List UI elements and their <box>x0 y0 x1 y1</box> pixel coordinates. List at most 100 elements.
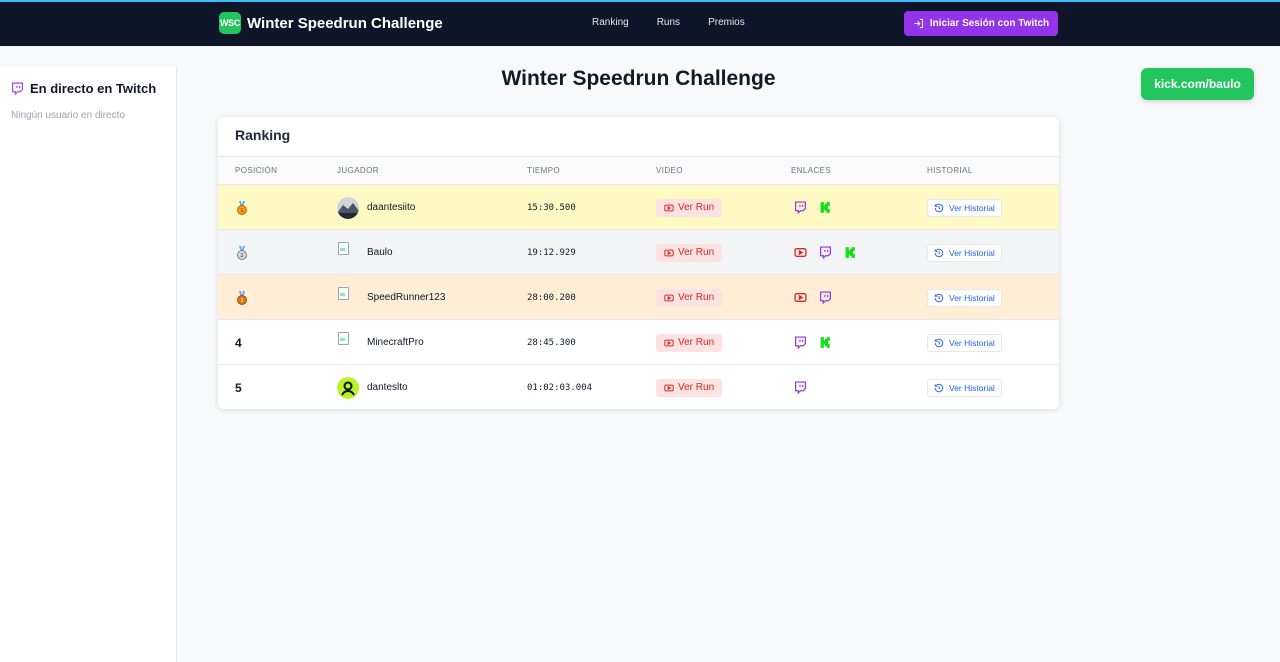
ver-run-label: Ver Run <box>678 292 715 303</box>
player-avatar[interactable] <box>337 376 359 399</box>
history-cell: Ver Historial <box>927 320 1002 365</box>
player-avatar[interactable] <box>337 331 359 354</box>
player-name[interactable]: SpeedRunner123 <box>367 292 445 303</box>
nav-link-ranking[interactable]: Ranking <box>592 17 629 28</box>
youtube-icon[interactable] <box>794 291 807 304</box>
ver-run-button[interactable]: Ver Run <box>656 243 723 262</box>
ver-historial-label: Ver Historial <box>949 202 995 213</box>
history-cell: Ver Historial <box>927 275 1002 320</box>
links-cell <box>794 275 832 320</box>
ver-historial-button[interactable]: Ver Historial <box>927 288 1002 307</box>
kick-icon[interactable] <box>819 336 832 349</box>
player-cell: SpeedRunner123 <box>337 275 445 320</box>
player-name[interactable]: MinecraftPro <box>367 337 424 348</box>
ver-historial-button[interactable]: Ver Historial <box>927 378 1002 397</box>
run-time: 28:00.200 <box>527 292 576 303</box>
position-cell: 5 <box>235 365 242 409</box>
history-icon <box>934 338 944 347</box>
svg-text:3: 3 <box>240 298 243 304</box>
login-icon <box>914 18 923 29</box>
ranking-title: Ranking <box>235 127 291 143</box>
position-number: 5 <box>235 380 242 395</box>
position-number: 4 <box>235 335 242 350</box>
svg-text:2: 2 <box>240 253 243 259</box>
player-cell: MinecraftPro <box>337 320 424 365</box>
kick-icon[interactable] <box>819 201 832 214</box>
kick-channel-button[interactable]: kick.com/baulo <box>1141 68 1254 100</box>
position-cell: 1 <box>236 185 248 230</box>
silver-medal-icon: 2 <box>237 245 247 260</box>
gold-medal-icon: 1 <box>237 200 247 215</box>
history-icon <box>934 248 944 257</box>
col-header-time: TIEMPO <box>527 166 561 175</box>
player-avatar[interactable] <box>337 196 359 219</box>
ver-historial-button[interactable]: Ver Historial <box>927 243 1002 262</box>
ver-run-button[interactable]: Ver Run <box>656 333 723 352</box>
col-header-links: ENLACES <box>791 166 832 175</box>
player-name[interactable]: danteslto <box>367 382 408 393</box>
run-time: 01:02:03.004 <box>527 382 593 393</box>
ver-historial-label: Ver Historial <box>949 382 995 393</box>
links-cell <box>794 185 832 230</box>
time-cell: 28:00.200 <box>527 275 576 320</box>
table-row: 1 daantesiito 15:30.500 Ver Run Ver Hist… <box>218 185 1059 230</box>
video-cell: Ver Run <box>656 365 723 409</box>
brand[interactable]: WSC Winter Speedrun Challenge <box>219 12 443 34</box>
ver-run-label: Ver Run <box>678 202 715 213</box>
player-cell: daantesiito <box>337 185 415 230</box>
table-row: 4 MinecraftPro 28:45.300 Ver Run Ver His… <box>218 320 1059 365</box>
table-header: POSICIÓN JUGADOR TIEMPO VIDEO ENLACES HI… <box>218 156 1059 185</box>
page-title: Winter Speedrun Challenge <box>501 67 776 90</box>
history-icon <box>934 203 944 212</box>
ver-run-label: Ver Run <box>678 382 715 393</box>
youtube-icon <box>664 384 674 391</box>
links-cell <box>794 365 807 409</box>
run-time: 15:30.500 <box>527 202 576 213</box>
live-empty-message: Ningún usuario en directo <box>11 110 125 121</box>
ver-run-button[interactable]: Ver Run <box>656 288 723 307</box>
twitch-icon[interactable] <box>794 201 807 214</box>
twitch-icon[interactable] <box>819 246 832 259</box>
ver-historial-button[interactable]: Ver Historial <box>927 333 1002 352</box>
youtube-icon <box>664 204 674 211</box>
video-cell: Ver Run <box>656 230 723 275</box>
position-cell: 4 <box>235 320 242 365</box>
player-cell: danteslto <box>337 365 408 409</box>
top-navbar: WSC Winter Speedrun Challenge Ranking Ru… <box>0 0 1280 46</box>
ranking-card: Ranking POSICIÓN JUGADOR TIEMPO VIDEO EN… <box>218 117 1059 409</box>
ver-historial-button[interactable]: Ver Historial <box>927 198 1002 217</box>
run-time: 19:12.929 <box>527 247 576 258</box>
youtube-icon[interactable] <box>794 246 807 259</box>
twitch-icon[interactable] <box>794 381 807 394</box>
login-twitch-button[interactable]: Iniciar Sesión con Twitch <box>904 11 1058 36</box>
player-avatar[interactable] <box>337 241 359 264</box>
youtube-icon <box>664 249 674 256</box>
kick-icon[interactable] <box>844 246 857 259</box>
links-cell <box>794 230 857 275</box>
svg-text:1: 1 <box>240 208 243 214</box>
nav-link-premios[interactable]: Premios <box>708 17 745 28</box>
links-cell <box>794 320 832 365</box>
ver-run-button[interactable]: Ver Run <box>656 378 723 397</box>
time-cell: 01:02:03.004 <box>527 365 592 409</box>
history-cell: Ver Historial <box>927 185 1002 230</box>
position-cell: 2 <box>236 230 248 275</box>
login-label: Iniciar Sesión con Twitch <box>929 18 1050 29</box>
player-name[interactable]: Baulo <box>367 247 393 258</box>
twitch-icon[interactable] <box>794 336 807 349</box>
history-icon <box>934 383 944 392</box>
table-row: 5 danteslto 01:02:03.004 Ver Run Ver His… <box>218 365 1059 409</box>
col-header-history: HISTORIAL <box>927 166 973 175</box>
ver-historial-label: Ver Historial <box>949 247 995 258</box>
ver-historial-label: Ver Historial <box>949 292 995 303</box>
live-sidebar: En directo en Twitch Ningún usuario en d… <box>0 67 177 662</box>
player-avatar[interactable] <box>337 286 359 309</box>
table-row: 3 SpeedRunner123 28:00.200 Ver Run Ver H… <box>218 275 1059 320</box>
player-name[interactable]: daantesiito <box>367 202 415 213</box>
nav-link-runs[interactable]: Runs <box>657 17 680 28</box>
run-time: 28:45.300 <box>527 337 576 348</box>
ver-run-button[interactable]: Ver Run <box>656 198 723 217</box>
twitch-icon[interactable] <box>819 291 832 304</box>
ver-historial-label: Ver Historial <box>949 337 995 348</box>
col-header-position: POSICIÓN <box>235 166 278 175</box>
